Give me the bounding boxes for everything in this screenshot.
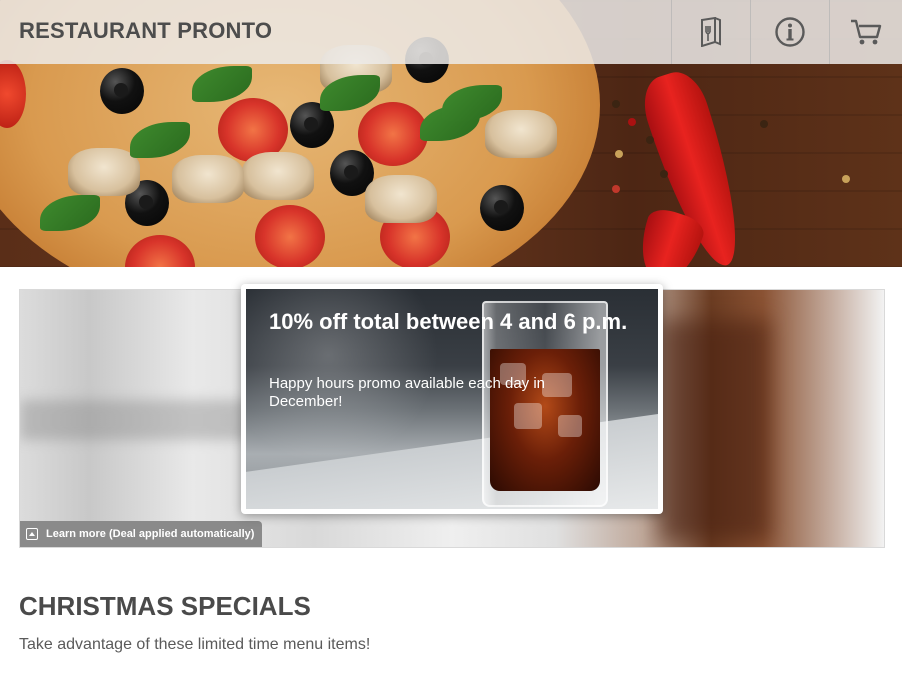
expand-up-icon [26,528,38,540]
promo-description: Happy hours promo available each day in … [269,375,545,410]
promo-card[interactable]: 10% off total between 4 and 6 p.m. Happy… [241,284,663,514]
header-bar: RESTAURANT PRONTO [0,0,902,64]
section-subtitle: Take advantage of these limited time men… [19,636,371,653]
section-title: CHRISTMAS SPECIALS [19,591,311,621]
learn-more-button[interactable]: Learn more (Deal applied automatically) [20,521,263,547]
learn-more-label: Learn more (Deal applied automatically) [46,528,255,540]
cart-button[interactable] [829,0,902,64]
brand-name: RESTAURANT PRONTO [19,18,273,43]
cart-icon [849,17,883,47]
promo-title: 10% off total between 4 and 6 p.m. [269,309,628,334]
info-icon [774,16,806,48]
menu-button[interactable] [671,0,750,64]
menu-book-icon [700,17,722,47]
promo-image: 10% off total between 4 and 6 p.m. Happy… [246,289,658,509]
info-button[interactable] [750,0,829,64]
